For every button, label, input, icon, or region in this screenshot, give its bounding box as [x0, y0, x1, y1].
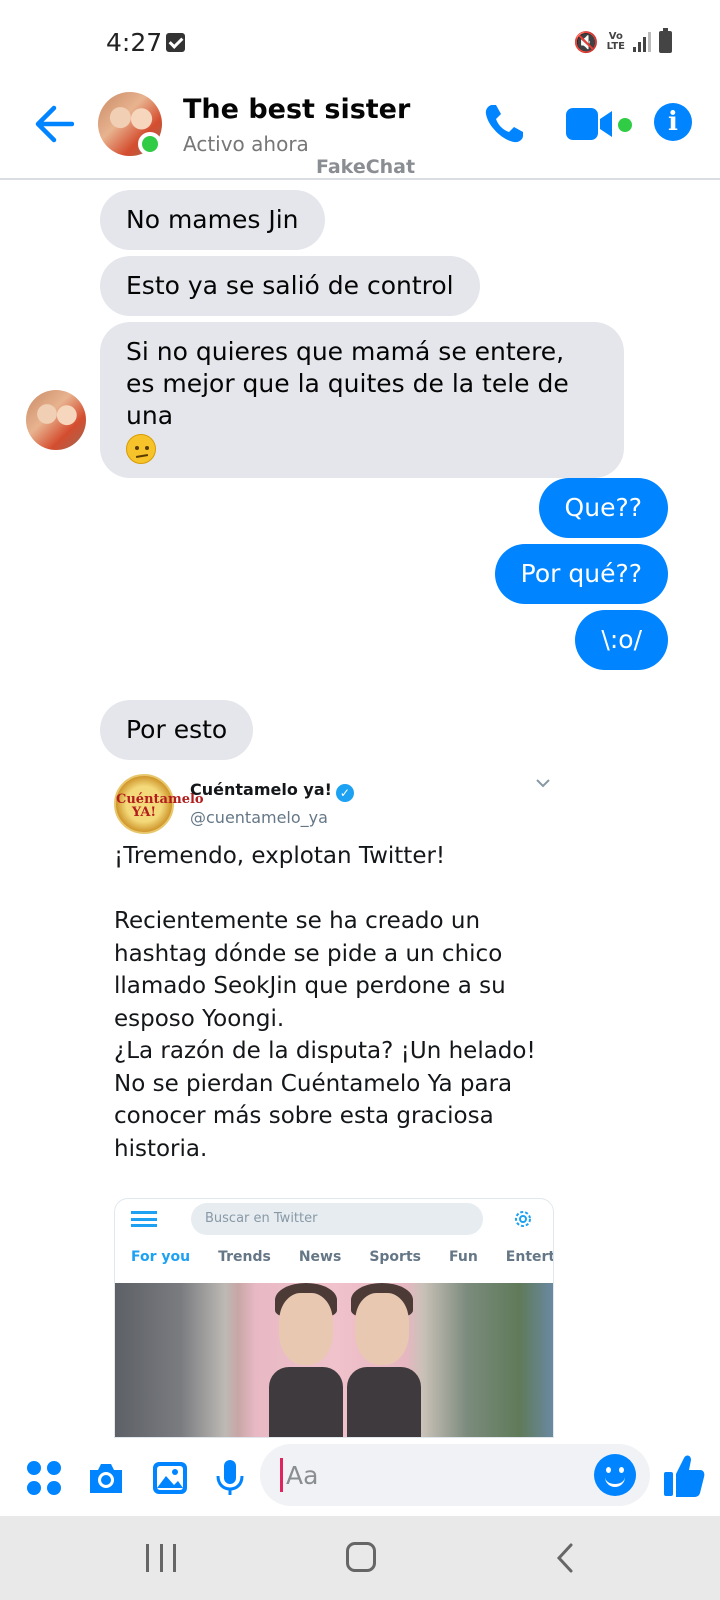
message-bubble-incoming[interactable]: Esto ya se salió de control	[100, 256, 480, 316]
system-navigation-bar	[0, 1516, 720, 1600]
embed-tab: Enterta	[505, 1249, 553, 1265]
info-icon[interactable]: i	[654, 103, 692, 141]
status-bar: 4:27 🔇 Vo LTE	[0, 0, 720, 88]
tweet-handle: @cuentamelo_ya	[190, 808, 328, 827]
embed-tab: Sports	[369, 1249, 421, 1265]
tweet-text: ¡Tremendo, explotan Twitter! Recientemen…	[114, 843, 536, 1162]
online-indicator	[138, 132, 162, 156]
message-composer	[0, 1440, 720, 1516]
mute-icon: 🔇	[573, 30, 599, 54]
contact-status: Activo ahora	[183, 132, 309, 156]
message-input-container[interactable]	[260, 1444, 650, 1506]
recent-apps-icon[interactable]	[146, 1544, 176, 1572]
mural-photo	[115, 1283, 553, 1437]
message-text: Si no quieres que mamá se entere, es mej…	[126, 337, 569, 430]
embed-tabs: For you Trends News Sports Fun Enterta	[115, 1249, 553, 1277]
gallery-icon[interactable]	[150, 1458, 190, 1498]
verified-badge-icon: ✓	[335, 784, 354, 802]
message-bubble-outgoing[interactable]: Que??	[538, 478, 668, 538]
tweet-embedded-screenshot: Buscar en Twitter For you Trends News Sp…	[114, 1198, 554, 1438]
embed-tab: For you	[131, 1249, 191, 1265]
mic-icon[interactable]	[210, 1458, 250, 1498]
tweet-avatar-text: Cuéntamelo YA!	[116, 792, 204, 820]
signal-icon	[633, 32, 651, 52]
chat-header: The best sister Activo ahora FakeChat i	[0, 88, 720, 180]
embed-search-bar: Buscar en Twitter	[191, 1203, 483, 1235]
gear-icon	[515, 1211, 531, 1227]
menu-icon	[131, 1211, 157, 1227]
emoji-icon[interactable]	[594, 1454, 636, 1496]
message-input[interactable]	[286, 1454, 576, 1496]
checkbox-notification-icon	[166, 33, 185, 52]
phone-call-icon[interactable]	[482, 102, 526, 146]
tweet-image[interactable]: Cuéntamelo YA! Cuéntamelo ya! ✓ @cuentame…	[100, 762, 570, 1438]
message-bubble-incoming[interactable]: Si no quieres que mamá se entere, es mej…	[100, 322, 624, 478]
apps-icon[interactable]	[24, 1458, 64, 1498]
home-icon[interactable]	[346, 1542, 376, 1572]
status-icons: 🔇 Vo LTE	[573, 28, 672, 54]
message-bubble-outgoing[interactable]: \:o/	[575, 610, 668, 670]
video-active-dot	[618, 118, 632, 132]
chevron-down-icon	[536, 779, 550, 788]
text-caret	[280, 1458, 283, 1492]
embed-tab: News	[298, 1249, 342, 1265]
message-bubble-incoming[interactable]: No mames Jin	[100, 190, 325, 250]
thumbs-up-icon[interactable]	[662, 1452, 706, 1500]
volte-icon: Vo LTE	[606, 31, 625, 52]
status-time: 4:27	[106, 28, 163, 57]
watermark: FakeChat	[316, 156, 416, 178]
camera-icon[interactable]	[86, 1458, 126, 1498]
back-arrow-icon[interactable]	[34, 100, 74, 148]
battery-icon	[659, 28, 672, 53]
embed-tab: Fun	[448, 1249, 478, 1265]
embed-tab: Trends	[218, 1249, 271, 1265]
tweet-avatar: Cuéntamelo YA!	[114, 774, 204, 834]
slight-frown-emoji-icon	[126, 434, 156, 464]
message-bubble-incoming[interactable]: Por esto	[100, 700, 254, 760]
video-call-icon[interactable]	[566, 106, 616, 142]
sender-avatar[interactable]	[26, 390, 86, 450]
tweet-name-text: Cuéntamelo ya!	[190, 780, 332, 799]
message-bubble-outgoing[interactable]: Por qué??	[494, 544, 668, 604]
contact-name[interactable]: The best sister	[183, 94, 410, 125]
tweet-display-name: Cuéntamelo ya! ✓	[190, 780, 354, 802]
nav-back-icon[interactable]	[553, 1542, 581, 1574]
